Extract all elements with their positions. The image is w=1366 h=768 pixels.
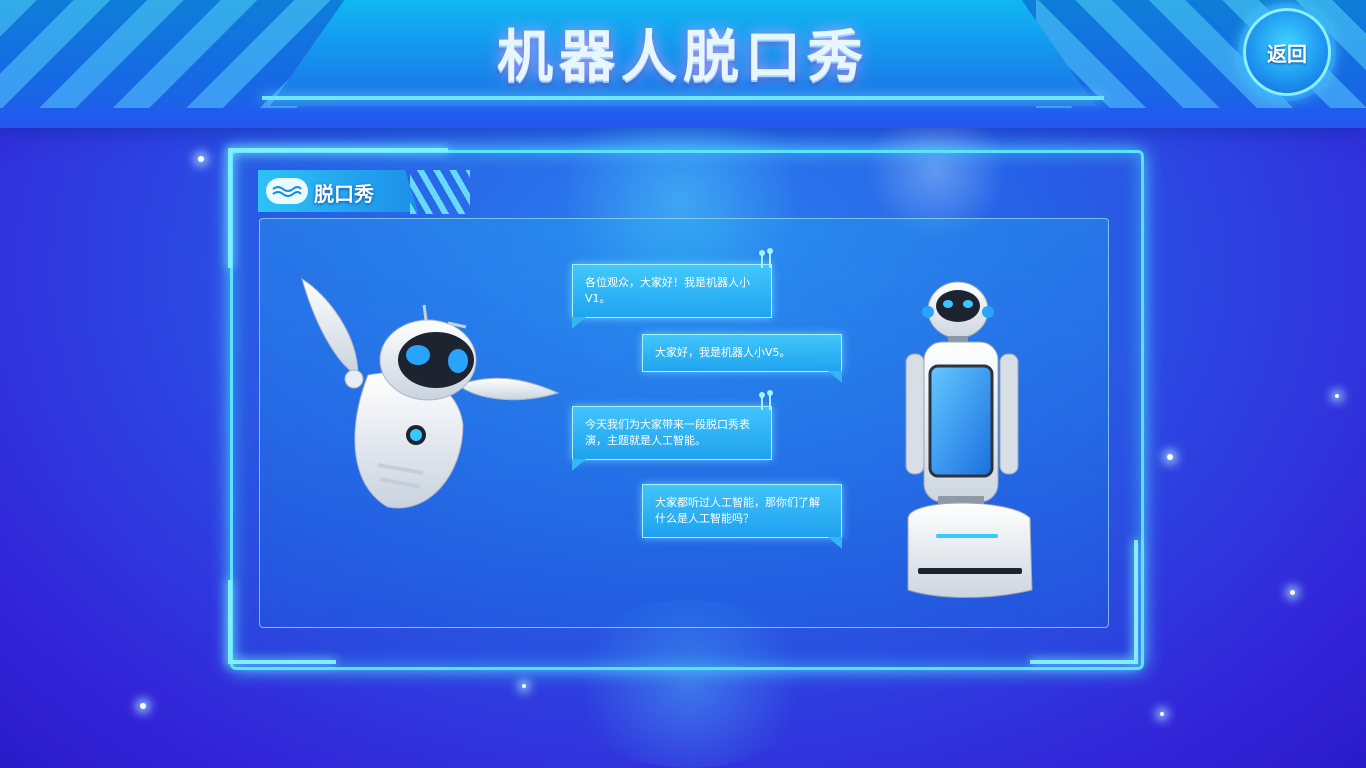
sparkle bbox=[1335, 394, 1339, 398]
sparkle bbox=[1160, 712, 1164, 716]
back-button[interactable]: 返回 bbox=[1243, 8, 1331, 96]
sparkle bbox=[140, 703, 146, 709]
speech-text: 大家好，我是机器人小V5。 bbox=[655, 346, 791, 359]
sparkle bbox=[1290, 590, 1295, 595]
panel-corner-accent bbox=[228, 580, 232, 664]
sparkle bbox=[198, 156, 204, 162]
bubble-antenna-icon bbox=[759, 390, 773, 410]
tab-decoration bbox=[410, 170, 470, 214]
back-button-label: 返回 bbox=[1267, 41, 1307, 66]
panel-corner-accent bbox=[228, 148, 232, 268]
robot-v1-illustration bbox=[301, 277, 560, 509]
panel-corner-accent bbox=[228, 148, 448, 152]
sparkle bbox=[1167, 454, 1173, 460]
panel-corner-accent bbox=[228, 660, 336, 664]
speech-bubble-v5: 大家都听过人工智能，那你们了解什么是人工智能吗？ bbox=[642, 484, 842, 549]
title-plate-edge bbox=[262, 96, 1104, 100]
speech-text: 各位观众，大家好！我是机器人小V1。 bbox=[585, 276, 750, 305]
speech-bubble-v1: 各位观众，大家好！我是机器人小V1。 bbox=[572, 264, 772, 329]
robot-v5-illustration bbox=[905, 281, 1033, 598]
panel-corner-accent bbox=[1030, 660, 1138, 664]
speech-text: 今天我们为大家带来一段脱口秀表演，主题就是人工智能。 bbox=[585, 418, 750, 447]
speech-bubble-v5: 大家好，我是机器人小V5。 bbox=[642, 334, 842, 383]
page-title: 机器人脱口秀 bbox=[497, 25, 869, 90]
speech-bubble-v1: 今天我们为大家带来一段脱口秀表演，主题就是人工智能。 bbox=[572, 406, 772, 471]
speech-text: 大家都听过人工智能，那你们了解什么是人工智能吗？ bbox=[655, 496, 820, 525]
sparkle bbox=[522, 684, 526, 688]
panel-corner-accent bbox=[1134, 540, 1138, 664]
panel-title: 脱口秀 bbox=[314, 182, 374, 206]
wave-icon bbox=[266, 178, 308, 204]
bubble-antenna-icon bbox=[759, 248, 773, 268]
